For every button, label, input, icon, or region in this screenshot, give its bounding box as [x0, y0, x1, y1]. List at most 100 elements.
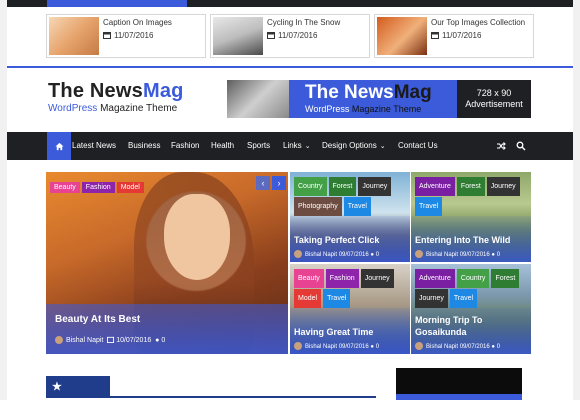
ad-size: 728 x 90 [476, 88, 512, 98]
nav-item-fashion[interactable]: Fashion [171, 132, 199, 160]
nav-item-links[interactable]: Links ⌄ [283, 132, 311, 160]
tag[interactable]: Travel [323, 289, 351, 308]
ticker-item[interactable]: Cycling In The Snow 11/07/2016 [210, 14, 370, 58]
calendar-icon [431, 32, 439, 39]
tag[interactable]: Model [294, 289, 322, 308]
ad-label: Advertisement [465, 99, 523, 109]
post-author[interactable]: Bishal Napit [426, 252, 458, 258]
ticker-thumbnail[interactable] [49, 17, 99, 55]
tag[interactable]: Journey [486, 177, 520, 196]
nav-item-sports[interactable]: Sports [247, 132, 270, 160]
section-divider [46, 396, 376, 398]
tag[interactable]: Travel [449, 289, 478, 308]
ad-title-b: Mag [393, 82, 432, 103]
random-post-button[interactable] [495, 140, 507, 152]
comment-icon: ● [491, 344, 496, 350]
ticker-thumbnail[interactable] [213, 17, 263, 55]
section-title-business[interactable]: ★ Business [46, 376, 110, 415]
ad-image [227, 80, 289, 118]
nav-item-business[interactable]: Business [128, 132, 160, 160]
featured-post-tile[interactable]: Country Forest Journey Photography Travel Ta… [290, 172, 410, 262]
avatar [294, 250, 302, 258]
page-frame-left [0, 0, 7, 400]
featured-post-tile[interactable]: Beauty Fashion Journey Model Travel Having G… [290, 264, 410, 354]
recent-posts-ticker: Caption On Images 11/07/2016 Cycling In … [46, 14, 534, 58]
ticker-title[interactable]: Cycling In The Snow [267, 18, 340, 27]
post-title[interactable]: Morning Trip To Gosaikunda [415, 314, 525, 338]
ticker-date-text: 11/07/2016 [278, 31, 318, 40]
post-title[interactable]: Beauty At Its Best [55, 314, 140, 325]
ticker-title[interactable]: Our Top Images Collection [431, 18, 525, 27]
slider-prev-button[interactable]: ‹ [256, 176, 270, 190]
tag[interactable]: Fashion [325, 269, 359, 288]
post-title[interactable]: Entering Into The Wild [415, 235, 510, 245]
top-bar [7, 0, 573, 7]
post-date: 09/07/2016 [338, 344, 369, 350]
tag[interactable]: Forest [328, 177, 357, 196]
post-author[interactable]: Bishal Napit [305, 344, 337, 350]
post-meta: Bishal Napit 09/07/2016 ● 0 [294, 250, 379, 258]
site-logo[interactable]: The NewsMag [48, 80, 184, 103]
nav-links-label: Links [283, 141, 302, 150]
post-meta: Bishal Napit 09/07/2016 ● 0 [294, 342, 379, 350]
ticker-title[interactable]: Caption On Images [103, 18, 172, 27]
calendar-icon [103, 32, 111, 39]
avatar [294, 342, 302, 350]
ticker-date: 11/07/2016 [103, 31, 153, 40]
tag[interactable]: Country [294, 177, 327, 196]
post-tags: Country Forest Journey Photography Travel [294, 176, 406, 216]
post-tags: Adventure Forest Journey Travel [415, 176, 527, 216]
post-author[interactable]: Bishal Napit [66, 337, 103, 344]
logo-text: The News [48, 80, 143, 102]
ticker-item[interactable]: Our Top Images Collection 11/07/2016 [374, 14, 534, 58]
post-date: 10/07/2016 [116, 337, 152, 344]
tag[interactable]: Model [116, 182, 144, 193]
nav-item-design-options[interactable]: Design Options ⌄ [322, 132, 386, 160]
avatar [415, 250, 423, 258]
slider-next-button[interactable]: › [272, 176, 286, 190]
comment-icon: ● [370, 344, 375, 350]
tag[interactable]: Country [456, 269, 490, 288]
featured-post-tile[interactable]: Adventure Country Forest Journey Travel Morn… [411, 264, 531, 354]
section-title-text: Business [52, 403, 101, 415]
tag[interactable]: Travel [343, 197, 371, 216]
ticker-thumbnail[interactable] [377, 17, 427, 55]
chevron-down-icon: ⌄ [379, 143, 386, 150]
nav-design-label: Design Options [322, 141, 377, 150]
post-meta: Bishal Napit 09/07/2016 ● 0 [415, 250, 500, 258]
post-author[interactable]: Bishal Napit [305, 252, 337, 258]
tag[interactable]: Beauty [50, 182, 80, 193]
post-title[interactable]: Having Great Time [294, 327, 373, 337]
featured-post-tile[interactable]: Adventure Forest Journey Travel Entering In… [411, 172, 531, 262]
tag[interactable]: Fashion [81, 182, 115, 193]
search-button[interactable] [515, 140, 527, 152]
search-icon [516, 141, 526, 151]
featured-post-large[interactable]: Beauty Fashion Model ‹ › Beauty At Its Bes… [46, 172, 288, 354]
header-divider [7, 66, 573, 68]
tag[interactable]: Journey [415, 289, 448, 308]
header-advertisement[interactable]: The NewsMag WordPress Magazine Theme 728… [227, 80, 531, 118]
post-date: 09/07/2016 [459, 252, 490, 258]
tag[interactable]: Adventure [415, 269, 455, 288]
comment-count: 0 [161, 337, 166, 344]
tag[interactable]: Journey [360, 269, 394, 288]
post-author[interactable]: Bishal Napit [426, 344, 458, 350]
nav-item-latest-news[interactable]: Latest News [72, 132, 116, 160]
comment-count: 0 [375, 252, 380, 258]
post-overlay [46, 304, 288, 354]
comment-count: 0 [375, 344, 380, 350]
tag[interactable]: Travel [415, 197, 443, 216]
tag[interactable]: Photography [294, 197, 342, 216]
nav-item-health[interactable]: Health [211, 132, 234, 160]
post-title[interactable]: Taking Perfect Click [294, 235, 379, 245]
tag[interactable]: Forest [456, 177, 485, 196]
page-frame-right [573, 0, 580, 400]
tag[interactable]: Journey [358, 177, 392, 196]
nav-item-contact-us[interactable]: Contact Us [398, 132, 438, 160]
tag[interactable]: Adventure [415, 177, 455, 196]
ticker-item[interactable]: Caption On Images 11/07/2016 [46, 14, 206, 58]
tag[interactable]: Beauty [294, 269, 324, 288]
avatar [415, 342, 423, 350]
nav-home-button[interactable] [47, 132, 71, 160]
tag[interactable]: Forest [491, 269, 520, 288]
